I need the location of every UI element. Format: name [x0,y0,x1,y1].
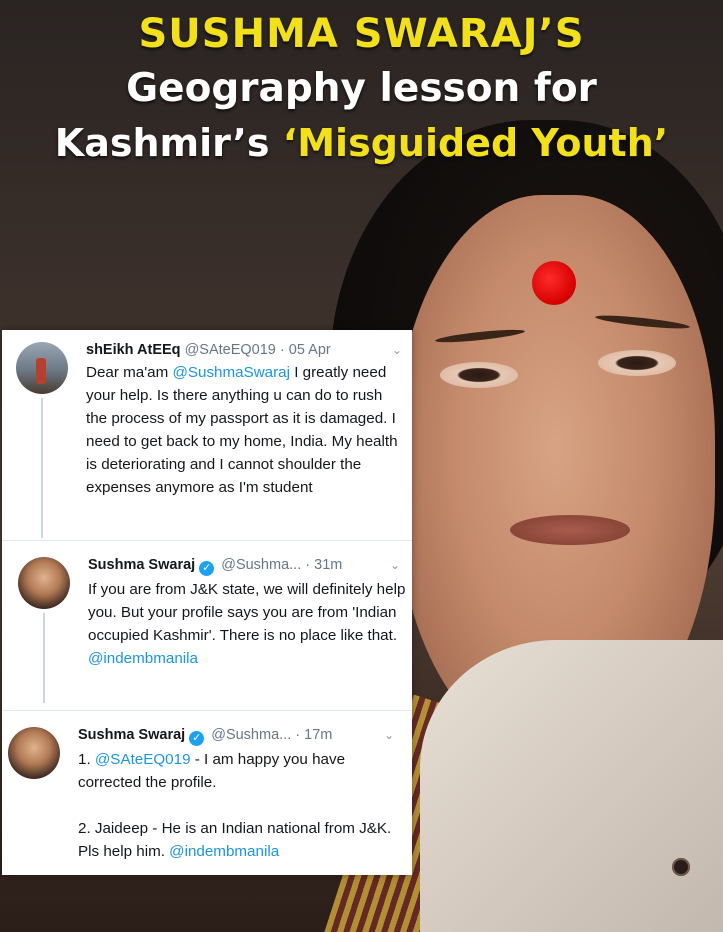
bindi-dot [532,261,576,305]
avatar[interactable] [18,557,70,609]
tweet-mention[interactable]: @indembmanila [169,843,279,860]
tweet-author-name[interactable]: shEikh AtEEq [86,342,181,358]
headline: SUSHMA SWARAJ’S Geography lesson for Kas… [0,6,723,170]
tweet-text-part: Dear ma'am [86,364,173,381]
tweet-text: Dear ma'am @SushmaSwaraj I greatly need … [86,361,404,499]
verified-badge-icon: ✓ [189,731,205,746]
headline-line-1: SUSHMA SWARAJ’S [138,11,585,57]
tweet-mention[interactable]: @indembmanila [88,650,198,667]
verified-badge-icon: ✓ [199,561,215,576]
portrait-lips [510,515,630,545]
tweet-author-handle[interactable]: @Sushma... [211,727,291,743]
sari [420,640,723,932]
tweet-author-handle[interactable]: @SAteEQ019 [185,342,276,358]
tweet-timestamp[interactable]: 05 Apr [289,342,331,358]
tweet-header: Sushma Swaraj ✓ @Sushma... · 17m [78,725,332,746]
tweet-text-part: I greatly need your help. Is there anyth… [86,364,398,496]
tweet-text: If you are from J&K state, we will defin… [88,578,408,670]
chevron-down-icon[interactable]: ⌄ [392,343,402,357]
chevron-down-icon[interactable]: ⌄ [384,728,394,742]
tweet-timestamp[interactable]: 31m [314,557,342,573]
tweet[interactable]: Sushma Swaraj ✓ @Sushma... · 17m ⌄ 1. @SA… [2,710,412,876]
portrait-eye-right [598,350,676,376]
tweet-author-name[interactable]: Sushma Swaraj [88,557,195,573]
tweet-text: 1. @SAteEQ019 - I am happy you have corr… [78,748,408,863]
chevron-down-icon[interactable]: ⌄ [390,558,400,572]
headline-line-2: Geography lesson for [126,66,597,111]
tweet-paragraph: 2. Jaideep - He is an Indian national fr… [78,817,408,863]
tweet-author-name[interactable]: Sushma Swaraj [78,727,185,743]
tweet-text-part: 1. [78,751,95,768]
tweet-header: shEikh AtEEq @SAteEQ019 · 05 Apr [86,340,331,360]
meme-image: SUSHMA SWARAJ’S Geography lesson for Kas… [0,0,723,932]
tweet-header: Sushma Swaraj ✓ @Sushma... · 31m [88,555,342,576]
avatar[interactable] [8,727,60,779]
tweet[interactable]: Sushma Swaraj ✓ @Sushma... · 31m ⌄ If you… [2,540,412,706]
tweet-mention[interactable]: @SushmaSwaraj [172,364,290,381]
headline-line-3: Kashmir’s ‘Misguided Youth’ [0,116,723,170]
thread-line [43,613,45,703]
tweet-text-part: If you are from J&K state, we will defin… [88,581,406,644]
tweet-paragraph: 1. @SAteEQ019 - I am happy you have corr… [78,748,408,794]
tweet-timestamp[interactable]: 17m [304,727,332,743]
tweet-separator: · [295,727,301,743]
portrait-eye-left [440,362,518,388]
tweet[interactable]: shEikh AtEEq @SAteEQ019 · 05 Apr ⌄ Dear … [2,330,412,538]
tweet-author-handle[interactable]: @Sushma... [221,557,301,573]
avatar[interactable] [16,342,68,394]
tweet-separator: · [279,342,285,358]
thread-line [41,398,43,538]
brooch [672,858,690,876]
tweet-separator: · [305,557,311,573]
tweet-thread-card: shEikh AtEEq @SAteEQ019 · 05 Apr ⌄ Dear … [2,330,412,875]
tweet-mention[interactable]: @SAteEQ019 [95,751,191,768]
headline-highlight: ‘Misguided Youth’ [282,121,669,165]
headline-prefix: Kashmir’s [54,121,270,165]
